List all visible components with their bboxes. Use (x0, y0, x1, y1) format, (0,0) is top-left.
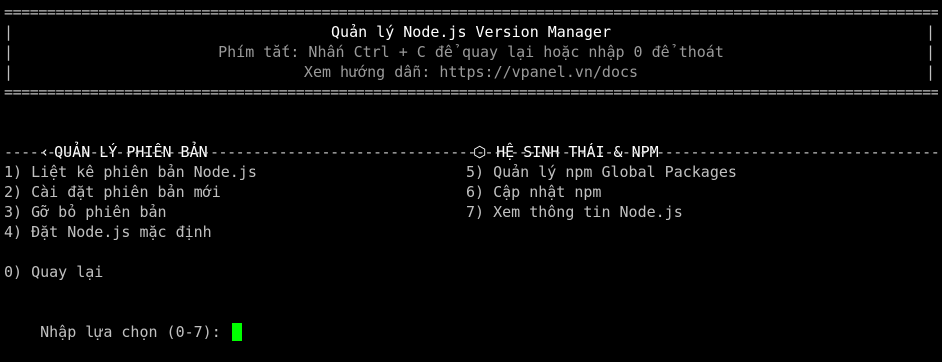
menu-item-set-default[interactable]: 4) Đặt Node.js mặc định (4, 222, 212, 242)
menu-item-list-versions[interactable]: 1) Liệt kê phiên bản Node.js (4, 162, 257, 182)
menu-item-update-npm[interactable]: 6) Cập nhật npm (466, 182, 601, 202)
section-heading-versions: ‹ QUẢN LÝ PHIÊN BẢN (4, 122, 208, 161)
terminal-window: ========================================… (0, 0, 942, 341)
menu-item-back[interactable]: 0) Quay lại (4, 262, 103, 282)
section-divider: ----------------------------------------… (4, 143, 938, 161)
header-bottom-border: ========================================… (4, 83, 938, 101)
menu-item-npm-global-packages[interactable]: 5) Quản lý npm Global Packages (466, 162, 737, 182)
input-prompt[interactable]: Nhập lựa chọn (0-7): (4, 302, 242, 341)
section-heading-ecosystem: ⬡ HỆ SINH THÁI & NPM (437, 122, 659, 161)
top-border: ========================================… (4, 3, 938, 21)
shortcut-hint: Phím tắt: Nhấn Ctrl + C để quay lại hoặc… (218, 43, 724, 61)
docs-hint: Xem hướng dẫn: https://vpanel.vn/docs (303, 63, 639, 81)
prompt-label: Nhập lựa chọn (0-7): (40, 323, 230, 341)
menu-item-remove-version[interactable]: 3) Gỡ bỏ phiên bản (4, 202, 167, 222)
window-title: Quản lý Node.js Version Manager (331, 23, 611, 41)
menu-item-install-version[interactable]: 2) Cài đặt phiên bản mới (4, 182, 221, 202)
menu-item-node-info[interactable]: 7) Xem thông tin Node.js (466, 202, 683, 222)
text-cursor (231, 323, 242, 341)
